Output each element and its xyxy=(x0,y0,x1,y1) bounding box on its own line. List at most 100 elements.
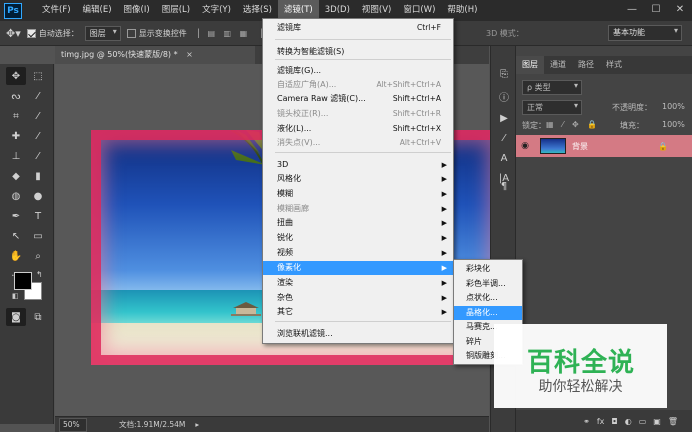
pixelate-submenu-item[interactable]: 彩色半调... xyxy=(454,277,522,291)
hand-tool-icon[interactable]: ✋ xyxy=(6,247,26,265)
layer-row-background[interactable]: ◉ 背景 🔒 xyxy=(516,135,692,157)
blur-tool-icon[interactable]: ◍ xyxy=(6,187,26,205)
filter-menu-item[interactable]: 滤镜库 Ctrl+F xyxy=(263,21,453,35)
clone-stamp-icon[interactable]: ⊥ xyxy=(6,147,26,165)
workspace-dropdown[interactable]: 基本功能 xyxy=(608,25,682,41)
filter-menu-item[interactable]: 风格化 ▶ xyxy=(263,172,453,186)
layer-mask-icon[interactable]: ◘ xyxy=(611,417,617,426)
brush-tool-icon[interactable]: ⁄ xyxy=(28,127,48,145)
layer-style-icon[interactable]: fx xyxy=(597,417,605,426)
delete-layer-icon[interactable]: 🗑 xyxy=(668,417,678,426)
crop-tool-icon[interactable]: ⌗ xyxy=(6,107,26,125)
type-tool-icon[interactable]: T xyxy=(28,207,48,225)
tab-layers[interactable]: 图层 xyxy=(516,56,544,74)
filter-menu-item[interactable]: 3D ▶ xyxy=(263,158,453,172)
fill-value[interactable]: 100% xyxy=(662,120,685,129)
move-tool-icon[interactable]: ✥ xyxy=(6,67,26,85)
history-brush-icon[interactable]: ⁄ xyxy=(28,147,48,165)
tab-paths[interactable]: 路径 xyxy=(572,56,600,74)
swap-colors-icon[interactable]: ↰ xyxy=(36,270,43,279)
auto-select-checkbox[interactable] xyxy=(26,28,36,38)
tab-styles[interactable]: 样式 xyxy=(600,56,628,74)
filter-menu-item[interactable]: 镜头校正(R)... Shift+Ctrl+R xyxy=(263,107,453,121)
eyedropper-icon[interactable]: ⁄ xyxy=(28,107,48,125)
zoom-tool-icon[interactable]: ⌕ xyxy=(28,247,48,265)
filter-menu-item[interactable]: 液化(L)... Shift+Ctrl+X xyxy=(263,122,453,136)
eye-icon[interactable]: ◉ xyxy=(516,141,534,151)
screen-mode-icon[interactable]: ⧉ xyxy=(28,308,48,326)
foreground-color-swatch[interactable] xyxy=(14,272,32,290)
document-info: 文档:1.91M/2.54M xyxy=(119,420,186,429)
new-group-icon[interactable]: ▭ xyxy=(639,417,647,426)
layers-panel-tabs: 图层 通道 路径 样式 xyxy=(516,56,692,74)
history-panel-icon[interactable]: ⎘ xyxy=(497,68,511,82)
zoom-field[interactable]: 50% xyxy=(59,417,87,432)
document-tab[interactable]: timg.jpg @ 50%(快速蒙版/8) * × xyxy=(55,46,255,64)
layer-thumbnail xyxy=(540,138,566,154)
default-colors-icon[interactable]: ◧ xyxy=(12,292,19,300)
menu-file[interactable]: 文件(F) xyxy=(36,0,77,21)
adjustment-layer-icon[interactable]: ◐ xyxy=(625,417,632,426)
healing-brush-icon[interactable]: ✚ xyxy=(6,127,26,145)
tab-channels[interactable]: 通道 xyxy=(544,56,572,74)
menu-separator xyxy=(275,321,451,322)
pixelate-submenu-item[interactable]: 晶格化... xyxy=(454,305,522,320)
gradient-tool-icon[interactable]: ▮ xyxy=(28,167,48,185)
filter-menu-item[interactable]: 模糊 ▶ xyxy=(263,187,453,201)
menu-edit[interactable]: 编辑(E) xyxy=(77,0,118,21)
filter-menu-item[interactable]: Camera Raw 滤镜(C)... Shift+Ctrl+A xyxy=(263,92,453,106)
brush-panel-icon[interactable]: ⁄ xyxy=(497,132,511,146)
close-icon[interactable]: × xyxy=(186,50,193,59)
status-arrow-icon[interactable]: ▸ xyxy=(195,420,199,429)
filter-menu-item[interactable]: 模糊画廊 ▶ xyxy=(263,202,453,216)
menu-layer[interactable]: 图层(L) xyxy=(156,0,196,21)
minimize-button[interactable]: — xyxy=(620,0,644,21)
filter-menu-item[interactable]: 杂色 ▶ xyxy=(263,291,453,305)
actions-panel-icon[interactable]: ▶ xyxy=(497,112,511,126)
lock-icons[interactable]: ▦ ⁄ ✥ 🔒 xyxy=(546,120,600,129)
filter-menu-item[interactable]: 转换为智能滤镜(S) xyxy=(263,45,453,59)
filter-menu-item[interactable]: 消失点(V)... Alt+Ctrl+V xyxy=(263,136,453,150)
filter-menu-item[interactable]: 扭曲 ▶ xyxy=(263,216,453,230)
quick-mask-icon[interactable]: ◙ xyxy=(6,308,26,326)
move-tool-preset-icon[interactable]: ✥▾ xyxy=(6,27,21,40)
show-transform-label: 显示变换控件 xyxy=(138,28,187,38)
dodge-tool-icon[interactable]: ● xyxy=(28,187,48,205)
layer-filter-dropdown[interactable]: ρ 类型 xyxy=(522,80,582,95)
filter-menu-item[interactable]: 渲染 ▶ xyxy=(263,276,453,290)
filter-menu-item-label: 视频 xyxy=(277,248,293,257)
filter-menu-item[interactable]: 浏览联机滤镜... xyxy=(263,327,453,341)
filter-menu-item[interactable]: 其它 ▶ xyxy=(263,305,453,319)
menu-image[interactable]: 图像(I) xyxy=(118,0,156,21)
filter-menu-item-label: 浏览联机滤镜... xyxy=(277,329,333,338)
eraser-icon[interactable]: ◆ xyxy=(6,167,26,185)
path-selection-icon[interactable]: ↖ xyxy=(6,227,26,245)
filter-menu-item[interactable]: 滤镜库(G)... xyxy=(263,64,453,78)
rectangle-tool-icon[interactable]: ▭ xyxy=(28,227,48,245)
blend-mode-dropdown[interactable]: 正常 xyxy=(522,100,582,115)
filter-menu-item[interactable]: 视频 ▶ xyxy=(263,246,453,260)
opacity-value[interactable]: 100% xyxy=(662,102,685,111)
pixelate-submenu-item[interactable]: 彩块化 xyxy=(454,262,522,276)
magic-wand-icon[interactable]: ⁄ xyxy=(28,87,48,105)
filter-menu-item[interactable]: 锐化 ▶ xyxy=(263,231,453,245)
menu-type[interactable]: 文字(Y) xyxy=(196,0,237,21)
filter-menu-item[interactable]: 自适应广角(A)... Alt+Shift+Ctrl+A xyxy=(263,78,453,92)
pixelate-submenu-item[interactable]: 点状化... xyxy=(454,291,522,305)
new-layer-icon[interactable]: ▣ xyxy=(653,417,661,426)
character-panel-icon[interactable]: A xyxy=(497,152,511,166)
auto-select-target-dropdown[interactable]: 图层 xyxy=(84,25,121,41)
window-controls: — ☐ ✕ xyxy=(620,0,692,21)
properties-panel-icon[interactable]: ⓘ xyxy=(497,92,511,106)
filter-menu-item[interactable]: 像素化 ▶ xyxy=(263,261,453,275)
lasso-tool-icon[interactable]: ᔓ xyxy=(6,87,26,105)
paragraph-panel-icon[interactable]: ¶ xyxy=(497,180,511,194)
marquee-tool-icon[interactable]: ⬚ xyxy=(28,67,48,85)
watermark-title: 百科全说 xyxy=(526,348,635,378)
close-button[interactable]: ✕ xyxy=(668,0,692,21)
document-tab-title: timg.jpg @ 50%(快速蒙版/8) * xyxy=(61,50,178,59)
maximize-button[interactable]: ☐ xyxy=(644,0,668,21)
link-layers-icon[interactable]: ⚭ xyxy=(583,417,590,426)
pen-tool-icon[interactable]: ✒ xyxy=(6,207,26,225)
show-transform-checkbox[interactable] xyxy=(126,28,136,38)
